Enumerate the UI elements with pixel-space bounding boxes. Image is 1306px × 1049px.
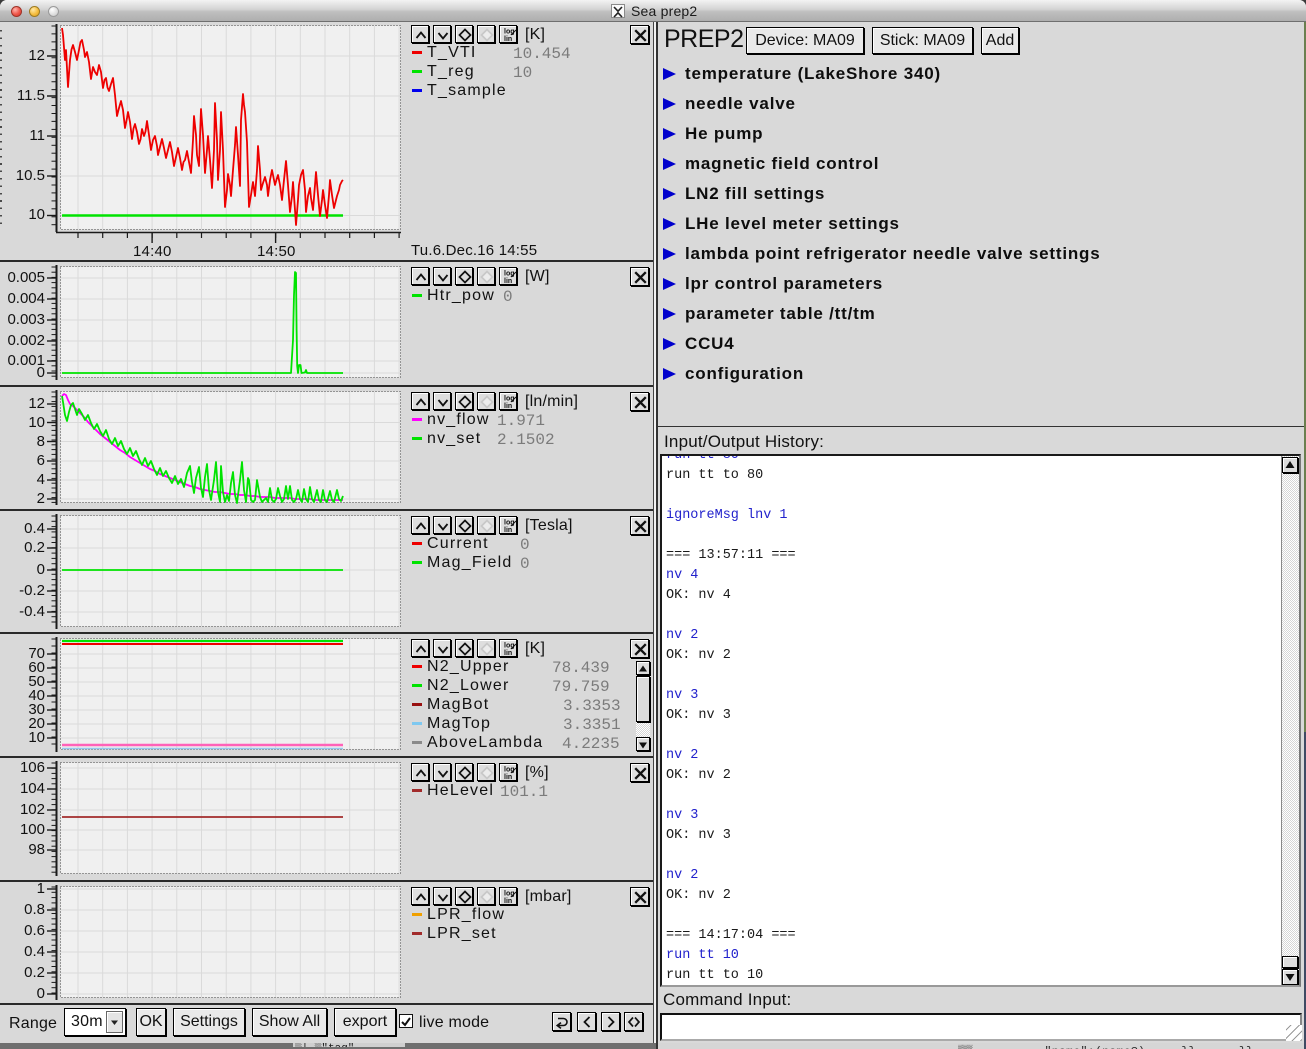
svg-text:log: log <box>504 29 515 36</box>
svg-text:log: log <box>504 767 515 774</box>
svg-text:lin: lin <box>504 36 512 43</box>
svg-text:log: log <box>504 271 515 278</box>
svg-text:lin: lin <box>504 278 512 285</box>
svg-text:log: log <box>504 396 515 403</box>
svg-text:lin: lin <box>504 898 512 905</box>
svg-text:lin: lin <box>504 403 512 410</box>
svg-text:log: log <box>504 643 515 650</box>
svg-text:lin: lin <box>504 774 512 781</box>
svg-text:log: log <box>504 891 515 898</box>
svg-text:log: log <box>504 520 515 527</box>
svg-text:lin: lin <box>504 650 512 657</box>
svg-text:lin: lin <box>504 527 512 534</box>
